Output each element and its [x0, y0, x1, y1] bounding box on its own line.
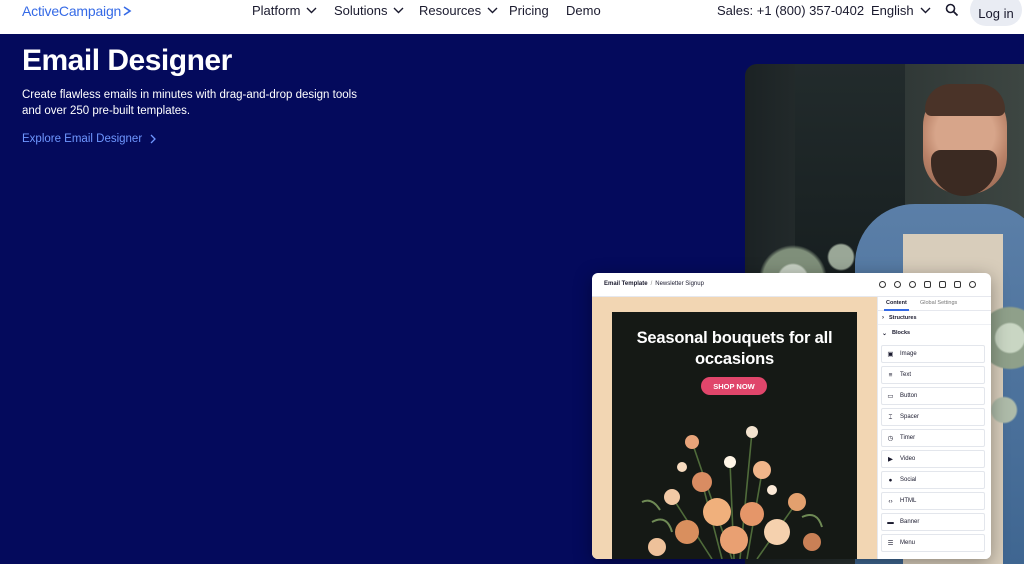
panel-tabs: Content Global Settings	[878, 297, 991, 311]
block-label: Social	[900, 477, 917, 483]
blocks-label: Blocks	[892, 330, 911, 336]
breadcrumb-separator: /	[650, 281, 653, 287]
desktop-preview-icon[interactable]	[924, 281, 931, 288]
settings-icon[interactable]	[969, 281, 976, 288]
social-icon: ●	[888, 476, 893, 484]
language-label: English	[871, 3, 914, 18]
undo-icon[interactable]	[894, 281, 901, 288]
block-image[interactable]: ▣ Image	[881, 345, 985, 363]
block-text[interactable]: ≡ Text	[881, 366, 985, 384]
breadcrumb: Email Template / Newsletter Signup	[604, 281, 704, 287]
editor-toolbar	[879, 281, 976, 288]
nav-pricing-label: Pricing	[509, 3, 549, 18]
block-label: Banner	[900, 519, 920, 525]
page-title: Email Designer	[22, 44, 232, 77]
email-editor-preview: Email Template / Newsletter Signup Seaso…	[592, 273, 991, 559]
login-button[interactable]: Log in	[970, 0, 1022, 26]
block-banner[interactable]: ▬ Banner	[881, 513, 985, 531]
chevron-down-icon: ⌄	[882, 330, 888, 337]
block-label: Image	[900, 351, 917, 357]
language-selector[interactable]: English	[871, 3, 931, 18]
nav-resources-label: Resources	[419, 3, 482, 18]
blocks-section[interactable]: ⌄ Blocks	[878, 326, 991, 340]
block-social[interactable]: ● Social	[881, 471, 985, 489]
banner-icon: ▬	[887, 518, 894, 526]
nav-demo[interactable]: Demo	[566, 3, 601, 18]
breadcrumb-page: Newsletter Signup	[655, 281, 704, 287]
redo-icon[interactable]	[909, 281, 916, 288]
block-label: Spacer	[900, 414, 920, 420]
tab-global-settings[interactable]: Global Settings	[920, 300, 957, 306]
menu-icon: ☰	[887, 539, 894, 547]
block-spacer[interactable]: ⌶ Spacer	[881, 408, 985, 426]
sales-phone-label: Sales: +1 (800) 357-0402	[717, 3, 865, 18]
image-icon: ▣	[887, 350, 894, 358]
blocks-panel: Content Global Settings › Structures ⌄ B…	[877, 297, 991, 559]
block-label: Button	[900, 393, 918, 399]
block-timer[interactable]: ◷ Timer	[881, 429, 985, 447]
structures-label: Structures	[889, 314, 917, 321]
save-icon[interactable]	[954, 281, 961, 288]
editor-header: Email Template / Newsletter Signup	[592, 273, 991, 297]
structures-section[interactable]: › Structures	[878, 311, 991, 325]
nav-solutions-label: Solutions	[334, 3, 388, 18]
nav-pricing[interactable]: Pricing	[509, 3, 549, 18]
chevron-right-icon	[150, 134, 157, 144]
sales-phone-link[interactable]: Sales: +1 (800) 357-0402	[717, 3, 864, 18]
nav-platform[interactable]: Platform	[252, 3, 317, 18]
code-icon: ‹›	[888, 497, 893, 505]
block-menu[interactable]: ☰ Menu	[881, 534, 985, 552]
block-button[interactable]: ▭ Button	[881, 387, 985, 405]
logo-text: ActiveCampaign	[22, 3, 122, 19]
chevron-down-icon	[920, 7, 931, 14]
explore-link-label: Explore Email Designer	[22, 133, 143, 145]
timer-icon: ◷	[887, 434, 894, 442]
chevron-down-icon	[306, 7, 317, 14]
email-headline: Seasonal bouquets for all occasions	[636, 329, 833, 368]
nav-resources[interactable]: Resources	[419, 3, 498, 18]
code-icon[interactable]	[939, 281, 946, 288]
explore-email-designer-link[interactable]: Explore Email Designer	[22, 133, 157, 145]
block-label: Timer	[900, 435, 916, 441]
top-nav: ActiveCampaign Platform Solutions Resour…	[0, 0, 1024, 34]
chevron-down-icon	[487, 7, 498, 14]
logo-chevron-icon	[123, 6, 132, 16]
breadcrumb-root[interactable]: Email Template	[604, 281, 648, 287]
block-label: Text	[900, 372, 912, 378]
block-label: Video	[900, 456, 916, 462]
nav-demo-label: Demo	[566, 3, 601, 18]
hero-description: Create flawless emails in minutes with d…	[22, 89, 357, 117]
text-icon: ≡	[888, 371, 893, 379]
nav-solutions[interactable]: Solutions	[334, 3, 404, 18]
chevron-right-icon: ›	[882, 314, 884, 321]
block-video[interactable]: ▶ Video	[881, 450, 985, 468]
play-icon: ▶	[888, 455, 893, 463]
shop-now-button[interactable]: SHOP NOW	[701, 377, 767, 395]
help-icon[interactable]	[879, 281, 886, 288]
block-label: Menu	[900, 540, 916, 546]
login-label: Log in	[978, 5, 1014, 21]
spacer-icon: ⌶	[888, 413, 893, 421]
chevron-down-icon	[393, 7, 404, 14]
block-label: HTML	[900, 498, 917, 504]
logo[interactable]: ActiveCampaign	[22, 3, 132, 19]
email-body[interactable]: Seasonal bouquets for all occasions SHOP…	[612, 312, 857, 559]
email-canvas: Seasonal bouquets for all occasions SHOP…	[592, 297, 877, 559]
button-icon: ▭	[887, 392, 894, 400]
bouquet-image	[641, 426, 823, 559]
nav-platform-label: Platform	[252, 3, 301, 18]
block-html[interactable]: ‹› HTML	[881, 492, 985, 510]
tab-content[interactable]: Content	[884, 300, 909, 311]
search-icon[interactable]	[945, 3, 959, 17]
